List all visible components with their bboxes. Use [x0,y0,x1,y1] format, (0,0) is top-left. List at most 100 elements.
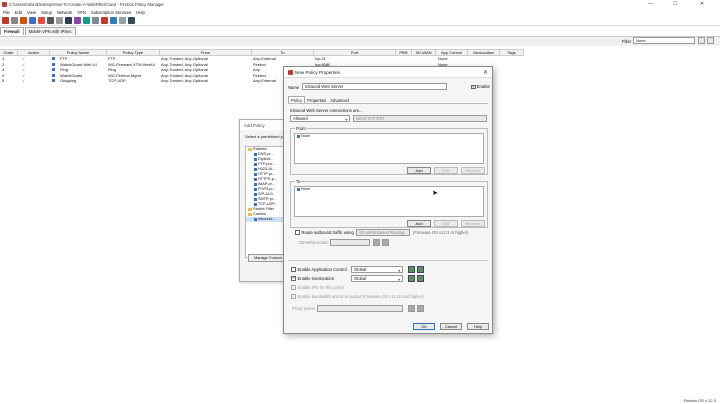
policy-icon [254,152,257,156]
enable-label: Enable [476,84,490,89]
app-control-checkbox[interactable] [291,267,296,272]
filter-icon[interactable] [56,17,63,24]
send-tcp-rst-select: Send TCP RST [353,115,487,122]
filter-clear-button[interactable] [707,37,714,44]
policy-icon [254,172,257,176]
cancel-button[interactable]: Cancel [440,323,462,330]
policy-tabs: Firewall Mobile VPN with IPSec [0,27,77,35]
sdwan-action-label: SD-WAN Action [299,240,329,245]
close-icon[interactable]: ✕ [700,1,704,7]
filter-options-button[interactable] [698,37,705,44]
app-control-select[interactable]: Global ▼ [351,266,403,273]
ips-row: Enable IPS for this policy [291,285,344,290]
menu-subscription-services[interactable]: Subscription Services [91,10,131,15]
ips-checkbox [291,285,296,290]
manage-custom-button[interactable]: Manage Custom [248,254,288,262]
search-icon[interactable] [119,17,126,24]
open-icon[interactable] [2,17,9,24]
tab-firewall[interactable]: Firewall [0,27,24,35]
save-icon[interactable] [11,17,18,24]
policy-name-input[interactable]: Inbound Web Server [302,83,447,90]
ok-button[interactable]: OK [413,323,435,330]
to-add-button[interactable]: Add [407,220,431,227]
ips-label: Enable IPS for this policy [297,285,345,290]
title-bar: C:\Users\rohin\Desktop\How-To-Create-A-W… [0,0,720,9]
connections-value: Allowed [293,116,308,121]
menu-vpn[interactable]: VPN [77,10,86,15]
policy-icon [52,57,55,60]
policy-icon [52,73,55,77]
menu-file[interactable]: File [3,10,10,15]
from-remove-button: Remove [461,167,485,174]
list-item[interactable]: None [295,134,483,139]
to-list[interactable]: None [294,186,484,217]
block-icon[interactable] [101,17,108,24]
menu-setup[interactable]: Setup [41,10,52,15]
maximize-icon[interactable]: ☐ [673,1,677,7]
log-icon[interactable] [110,17,117,24]
policy-icon [254,187,257,191]
from-list[interactable]: None [294,133,484,164]
bandwidth-row: Enable bandwidth and time quotas (Firewa… [291,294,424,299]
member-icon [297,187,300,191]
geolocation-select[interactable]: Global ▼ [351,275,403,282]
dialog-close-icon[interactable]: ✕ [483,69,488,76]
sdwan-action-select [330,239,370,246]
delete-policy-icon[interactable] [38,17,45,24]
tree-item-label: TCP-UDP... [258,202,278,206]
minimize-icon[interactable]: — [648,1,653,7]
policy-icon [254,167,257,171]
policy-icon [254,162,257,166]
route-checkbox[interactable] [295,230,300,235]
tree-item-label: Inbound... [258,217,275,221]
policy-icon [254,182,257,186]
menu-network[interactable]: Network [57,10,72,15]
edit-policy-icon[interactable] [47,17,54,24]
menubar: File Edit View Setup Network VPN Subscri… [0,9,720,16]
enable-row: Enable [471,84,490,89]
policy-icon [254,202,257,206]
cell-from: Any-Trusted, Any-Optional [161,78,208,84]
save-to-firebox-icon[interactable] [20,17,27,24]
menu-view[interactable]: View [27,10,36,15]
to-item-label: None [301,187,311,191]
geolocation-edit-icon[interactable] [408,275,415,282]
filter-select[interactable]: None [633,37,695,44]
alias-icon[interactable] [92,17,99,24]
tab-divider [288,103,488,104]
add-policy-icon[interactable] [29,17,36,24]
geolocation-add-icon[interactable] [417,275,424,282]
connections-select[interactable]: Allowed ▼ [290,115,350,122]
tree-item-label: H323-AL... [258,167,277,171]
route-note: (Fireware OS v12.3 or higher) [413,230,469,235]
dialog-title: New Policy Properties [295,70,340,75]
app-control-label: Enable Application Control [297,267,347,272]
users-icon[interactable] [83,17,90,24]
tab-mobile-vpn-ipsec[interactable]: Mobile VPN with IPSec [24,27,76,35]
window-title: C:\Users\rohin\Desktop\How-To-Create-A-W… [9,2,164,7]
dialog-title-bar: New Policy Properties ✕ [284,67,492,78]
list-item[interactable]: None [295,187,483,192]
menu-help[interactable]: Help [136,10,145,15]
mouse-cursor-icon: ➤ [432,190,438,197]
vpn-icon[interactable] [74,17,81,24]
bandwidth-checkbox [291,294,296,299]
help-icon[interactable] [128,17,135,24]
sdwan-add-icon [382,239,389,246]
route-label: Route outbound traffic using [301,230,354,235]
folder-icon [248,212,252,216]
network-icon[interactable] [65,17,72,24]
from-add-button[interactable]: Add [407,167,431,174]
from-edit-button: Edit [434,167,458,174]
app-control-add-icon[interactable] [417,266,424,273]
tree-item-label: POP3-pr... [258,187,276,191]
menu-edit[interactable]: Edit [15,10,22,15]
help-button[interactable]: Help [467,323,489,330]
cell-name: Outgoing [60,78,77,84]
tree-item-label: IMAP-pr... [258,182,275,186]
app-control-edit-icon[interactable] [408,266,415,273]
geolocation-checkbox[interactable] [291,275,296,281]
sdwan-edit-icon [373,239,380,246]
route-row: Route outbound traffic using [295,230,354,235]
enable-checkbox[interactable] [471,84,476,89]
